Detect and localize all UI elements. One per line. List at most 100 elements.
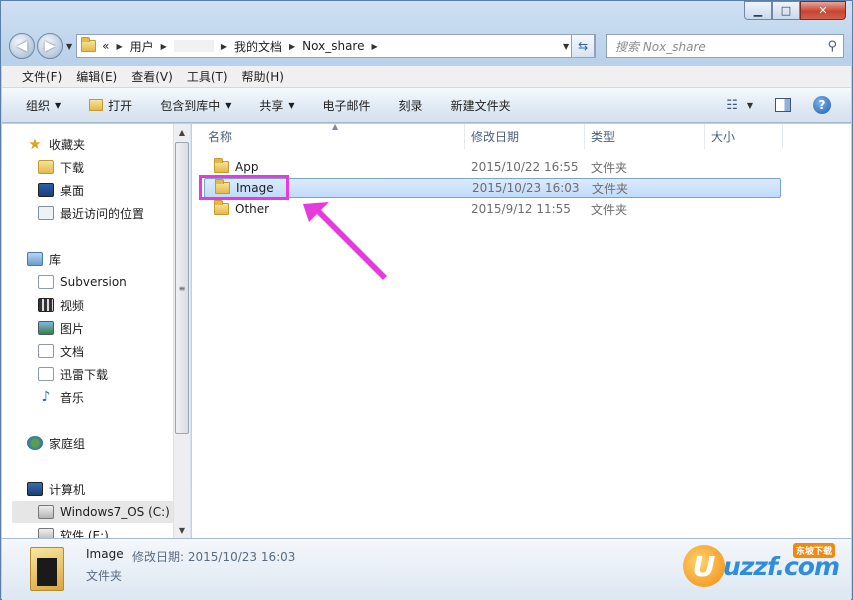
sidebar-item-drive-e[interactable]: 软件 (E:): [38, 524, 109, 538]
desktop-icon: [38, 183, 54, 197]
column-modified-label: 修改日期: [471, 130, 520, 144]
menu-view[interactable]: 查看(V): [131, 68, 173, 85]
chevron-right-icon[interactable]: ▶: [161, 42, 167, 51]
sidebar-item-label: 家庭组: [49, 436, 86, 451]
chevron-right-icon[interactable]: ▶: [117, 42, 123, 51]
sidebar-item-computer[interactable]: 计算机: [27, 478, 85, 500]
downloads-folder-icon: [38, 160, 54, 174]
search-input[interactable]: 搜索 Nox_share ⚲: [606, 34, 844, 58]
sidebar-item-libraries[interactable]: 库: [27, 248, 61, 270]
annotation-highlight-box: [199, 175, 289, 200]
recent-pages-dropdown[interactable]: ▼: [66, 42, 72, 51]
sidebar-item-label: 桌面: [60, 183, 85, 198]
view-dropdown[interactable]: ▼: [747, 101, 753, 110]
file-type: 文件夹: [591, 202, 628, 217]
breadcrumb: « ▶ 用户 ▶ ▶ 我的文档 ▶ Nox_share ▶: [102, 38, 384, 55]
watermark-tag: 东坡下载: [792, 543, 835, 558]
view-details-icon[interactable]: ☷: [726, 98, 738, 113]
sidebar-item-recent-places[interactable]: 最近访问的位置: [38, 202, 144, 224]
chevron-right-icon[interactable]: ▶: [221, 42, 227, 51]
column-name-label: 名称: [208, 130, 233, 144]
sidebar-item-thunder-downloads[interactable]: 迅雷下载: [38, 363, 108, 385]
annotation-arrow-icon: [303, 202, 387, 280]
column-name[interactable]: 名称: [192, 124, 465, 149]
search-icon[interactable]: ⚲: [827, 39, 837, 54]
sidebar-item-downloads[interactable]: 下载: [38, 156, 84, 178]
include-in-library-button[interactable]: 包含到库中 ▼: [160, 97, 231, 114]
file-row-other[interactable]: Other 2015/9/12 11:55 文件夹: [204, 199, 781, 219]
new-folder-label: 新建文件夹: [450, 98, 511, 113]
breadcrumb-item-user-redacted[interactable]: [173, 40, 214, 52]
sidebar-item-favorites[interactable]: ★ 收藏夹: [27, 133, 85, 155]
email-button[interactable]: 电子邮件: [323, 97, 371, 114]
breadcrumb-overflow[interactable]: «: [102, 39, 109, 53]
large-folder-icon: [30, 547, 64, 591]
documents-icon: [38, 344, 54, 358]
organize-button[interactable]: 组织 ▼: [26, 97, 61, 114]
watermark-logo: U uzzf.com 东坡下载: [683, 543, 840, 587]
back-button[interactable]: ◀: [9, 33, 35, 59]
preview-pane-icon[interactable]: [775, 98, 791, 112]
view-controls: ☷ ▼ ?: [726, 96, 831, 114]
include-library-label: 包含到库中: [160, 98, 221, 113]
column-type[interactable]: 类型: [585, 124, 705, 149]
sort-ascending-icon: ▲: [332, 122, 339, 131]
sidebar-item-label: Windows7_OS (C:): [60, 505, 170, 519]
new-folder-button[interactable]: 新建文件夹: [451, 97, 511, 114]
sidebar-item-desktop[interactable]: 桌面: [38, 179, 84, 201]
refresh-button[interactable]: ⇆: [571, 34, 596, 58]
chevron-right-icon[interactable]: ▶: [371, 42, 377, 51]
forward-button[interactable]: ▶: [37, 33, 63, 59]
column-modified[interactable]: 修改日期: [465, 124, 585, 149]
music-note-icon: ♪: [41, 389, 51, 405]
burn-button[interactable]: 刻录: [399, 97, 423, 114]
subversion-icon: [38, 275, 54, 289]
share-button[interactable]: 共享 ▼: [259, 97, 294, 114]
scroll-down-arrow-icon[interactable]: ▼: [174, 522, 190, 538]
sidebar-item-drive-c[interactable]: Windows7_OS (C:): [12, 501, 174, 523]
sidebar-item-subversion[interactable]: Subversion: [38, 271, 127, 293]
sidebar-item-music[interactable]: ♪ 音乐: [38, 386, 84, 408]
file-type: 文件夹: [591, 160, 628, 175]
breadcrumb-item-documents[interactable]: 我的文档: [234, 38, 282, 55]
maximize-button[interactable]: □: [772, 1, 800, 20]
drive-icon: [38, 528, 54, 538]
menu-tools[interactable]: 工具(T): [187, 68, 228, 85]
close-button[interactable]: ✕: [800, 1, 846, 20]
chevron-right-icon[interactable]: ▶: [289, 42, 295, 51]
open-button[interactable]: 打开: [89, 97, 132, 114]
back-arrow-icon: ◀: [16, 38, 28, 54]
sidebar-item-videos[interactable]: 视频: [38, 294, 84, 316]
sidebar-item-documents[interactable]: 文档: [38, 340, 84, 362]
breadcrumb-item-users[interactable]: 用户: [130, 38, 154, 55]
sidebar-scrollbar[interactable]: ▲ ≡ ▼: [173, 124, 190, 538]
sidebar-item-label: 最近访问的位置: [60, 206, 145, 221]
folder-icon: [214, 158, 229, 173]
menu-bar: 文件(F) 编辑(E) 查看(V) 工具(T) 帮助(H): [2, 66, 851, 88]
minimize-button[interactable]: ▁: [744, 1, 772, 20]
column-size[interactable]: 大小: [705, 124, 783, 149]
chevron-down-icon: ▼: [225, 100, 232, 110]
breadcrumb-item-nox-share[interactable]: Nox_share: [302, 39, 364, 53]
address-bar[interactable]: « ▶ 用户 ▶ ▶ 我的文档 ▶ Nox_share ▶ ▼ ⇆: [76, 34, 597, 58]
column-type-label: 类型: [591, 130, 616, 144]
file-row-app[interactable]: App 2015/10/22 16:55 文件夹: [204, 157, 781, 177]
help-icon[interactable]: ?: [813, 96, 831, 114]
address-dropdown[interactable]: ▼: [563, 42, 569, 51]
email-label: 电子邮件: [322, 98, 371, 113]
menu-file[interactable]: 文件(F): [22, 68, 62, 85]
scroll-thumb[interactable]: ≡: [175, 142, 189, 434]
command-bar: 组织 ▼ 打开 包含到库中 ▼ 共享 ▼ 电子邮件 刻录 新建文件夹 ☷ ▼ ?: [2, 88, 851, 123]
sidebar-item-pictures[interactable]: 图片: [38, 317, 84, 339]
menu-help[interactable]: 帮助(H): [242, 68, 284, 85]
file-row-image[interactable]: Image 2015/10/23 16:03 文件夹: [204, 178, 781, 198]
organize-label: 组织: [26, 98, 51, 113]
sidebar-item-homegroup[interactable]: 家庭组: [27, 432, 85, 454]
scroll-up-arrow-icon[interactable]: ▲: [174, 124, 190, 140]
column-size-label: 大小: [711, 130, 736, 144]
sidebar-item-label: 计算机: [49, 482, 86, 497]
drive-icon: [38, 505, 54, 519]
menu-edit[interactable]: 编辑(E): [76, 68, 117, 85]
caption-buttons: ▁ □ ✕: [744, 1, 846, 20]
navigation-pane: ★ 收藏夹 下载 桌面 最近访问的位置 库 Subversion 视频 图片 文档…: [2, 124, 191, 538]
